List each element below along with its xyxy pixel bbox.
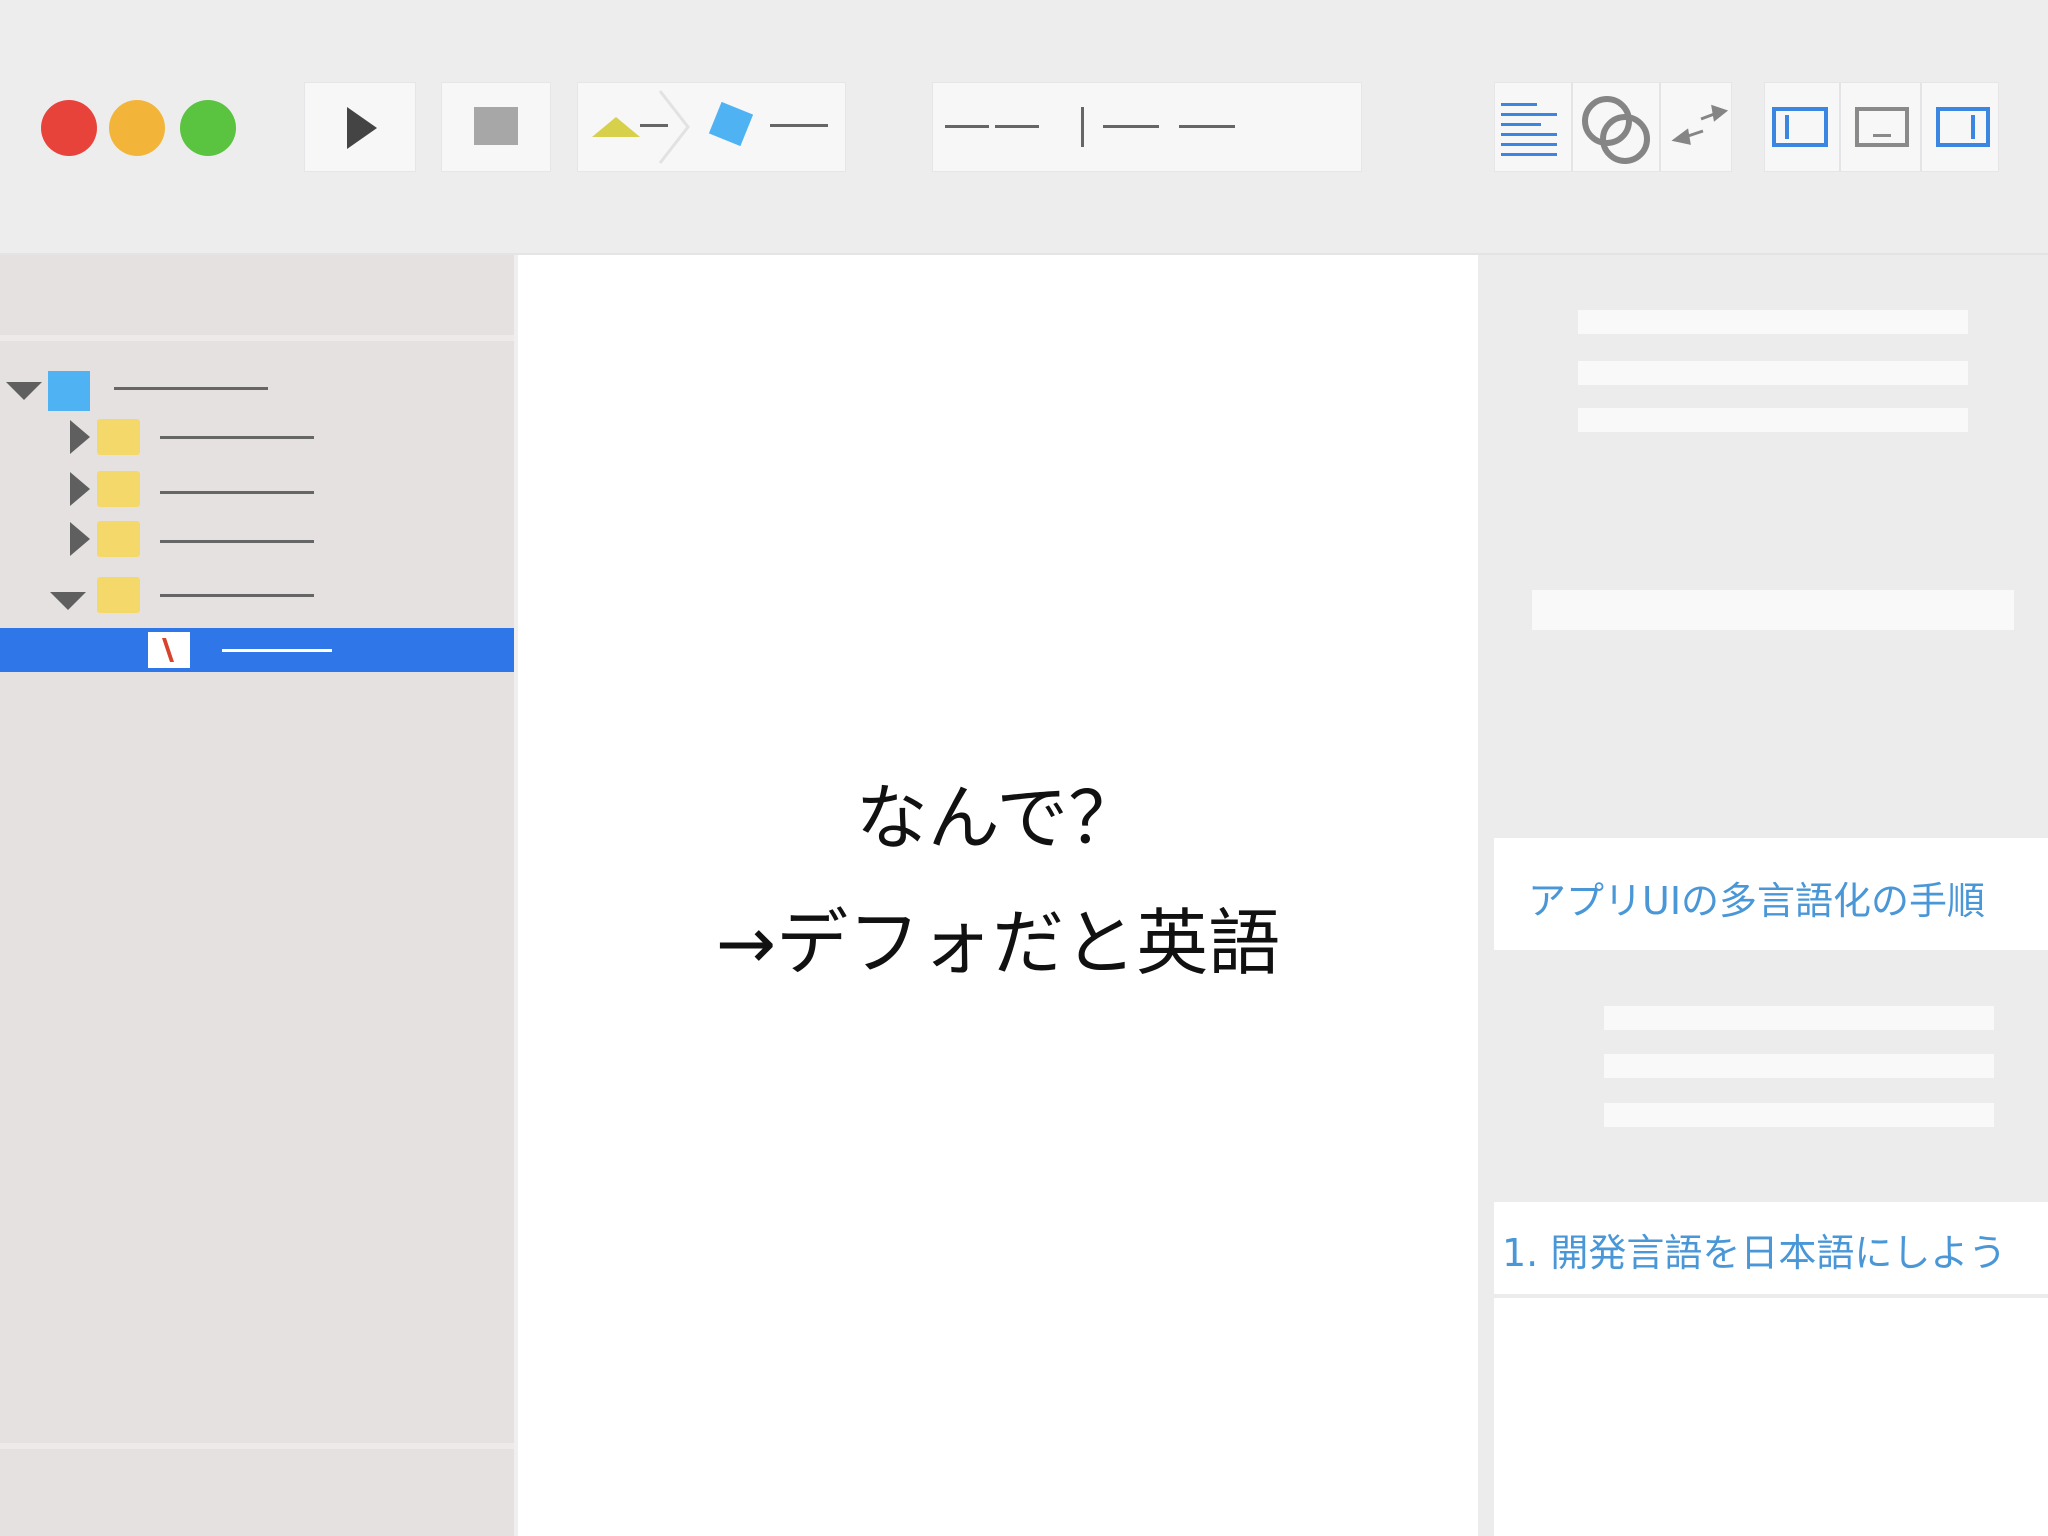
tree-row-label — [160, 436, 314, 439]
zoom-button[interactable] — [180, 100, 236, 156]
disclosure-open-icon[interactable] — [50, 592, 86, 610]
view-toggle-graphic — [1772, 83, 1990, 171]
folder-icon — [97, 471, 140, 507]
editor-mode-graphic — [1501, 83, 1729, 171]
toolbar — [0, 0, 2048, 255]
placeholder-line — [1604, 1054, 1994, 1078]
close-button[interactable] — [41, 100, 97, 156]
tree-row-label — [160, 540, 314, 543]
debug-area-toggle-icon[interactable] — [1855, 107, 1909, 147]
slide-question-text: なんで？ — [855, 776, 1141, 860]
assistant-editor-icon[interactable] — [1582, 96, 1650, 164]
activity-view — [932, 82, 1362, 172]
scheme-selector[interactable] — [577, 82, 846, 172]
editor-mode-group — [1494, 82, 1732, 172]
card-divider — [1494, 1294, 2048, 1298]
link-card[interactable]: 1. 開発言語を日本語にしよう — [1494, 1202, 2048, 1536]
version-editor-icon[interactable] — [1671, 104, 1729, 145]
stop-button[interactable] — [441, 82, 551, 172]
inspector-panel: アプリUIの多言語化の手順 1. 開発言語を日本語にしよう — [1478, 255, 2048, 1536]
tree-row-label — [222, 649, 332, 652]
folder-icon — [97, 521, 140, 557]
navigator-footer-divider — [0, 1443, 514, 1449]
minimize-button[interactable] — [109, 100, 165, 156]
slide-answer-text: →デフォだと英語 — [715, 901, 1281, 985]
link-set-dev-language[interactable]: 1. 開発言語を日本語にしよう — [1502, 1222, 2006, 1277]
standard-editor-icon[interactable] — [1501, 103, 1557, 156]
target-triangle-icon — [592, 117, 640, 137]
activity-graphic — [945, 107, 1235, 147]
disclosure-closed-icon[interactable] — [70, 522, 90, 556]
placeholder-line — [1578, 310, 1968, 334]
navigator-divider — [0, 335, 514, 341]
scheme-graphic — [592, 90, 828, 164]
link-multilanguage-steps[interactable]: アプリUIの多言語化の手順 — [1528, 870, 1985, 925]
view-toggle-group — [1764, 82, 1999, 172]
project-icon — [48, 371, 90, 411]
placeholder-line — [1578, 408, 1968, 432]
play-icon — [347, 107, 377, 149]
placeholder-line — [1578, 361, 1968, 385]
disclosure-closed-icon[interactable] — [70, 472, 90, 506]
folder-icon — [97, 419, 140, 455]
device-diamond-icon — [708, 101, 754, 147]
disclosure-closed-icon[interactable] — [70, 420, 90, 454]
stop-icon — [474, 107, 518, 145]
tree-row-label — [160, 594, 314, 597]
tree-row-label — [160, 491, 314, 494]
run-button[interactable] — [304, 82, 416, 172]
navigator-sidebar — [0, 255, 514, 1536]
folder-icon — [97, 577, 140, 613]
placeholder-line — [1604, 1006, 1994, 1030]
editor-area[interactable]: なんで？ →デフォだと英語 — [518, 255, 1478, 1536]
swift-file-icon — [148, 632, 190, 668]
tree-row-selected-file[interactable] — [0, 628, 514, 672]
tree-row-label — [114, 387, 268, 390]
placeholder-line — [1604, 1103, 1994, 1127]
navigator-toggle-icon[interactable] — [1772, 107, 1828, 147]
placeholder-field — [1532, 590, 2014, 630]
disclosure-open-icon[interactable] — [6, 382, 42, 400]
utilities-toggle-icon[interactable] — [1936, 107, 1990, 147]
link-card[interactable]: アプリUIの多言語化の手順 — [1494, 838, 2048, 950]
